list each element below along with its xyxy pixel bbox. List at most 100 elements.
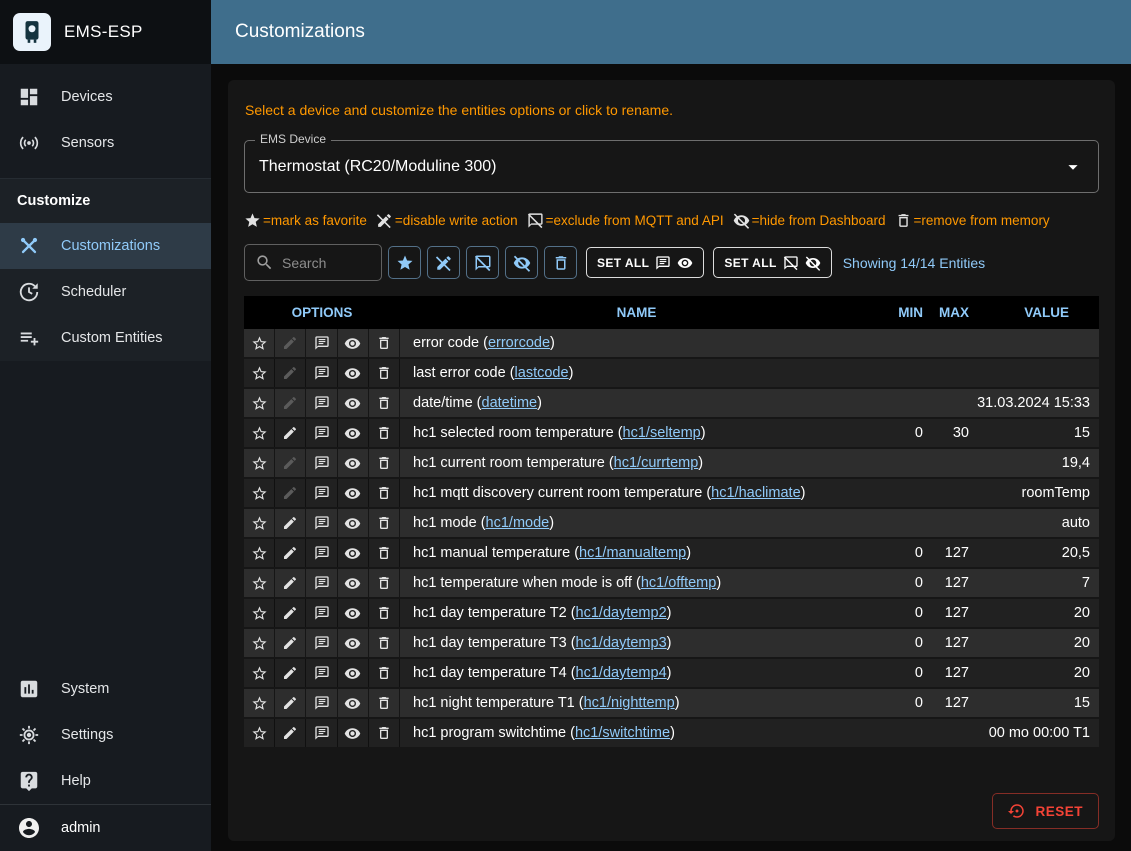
filter-delete-button[interactable]: [544, 246, 577, 279]
visibility-toggle[interactable]: [338, 659, 369, 687]
entity-name-cell[interactable]: hc1 temperature when mode is off (hc1/of…: [400, 569, 873, 597]
favorite-toggle[interactable]: [244, 539, 275, 567]
favorite-toggle[interactable]: [244, 629, 275, 657]
delete-toggle[interactable]: [369, 449, 400, 477]
favorite-toggle[interactable]: [244, 419, 275, 447]
edit-toggle[interactable]: [275, 659, 306, 687]
edit-toggle[interactable]: [275, 629, 306, 657]
edit-toggle[interactable]: [275, 419, 306, 447]
set-all-show-button[interactable]: SET ALL: [586, 247, 704, 278]
entity-name-cell[interactable]: hc1 day temperature T4 (hc1/daytemp4): [400, 659, 873, 687]
entity-name-cell[interactable]: hc1 current room temperature (hc1/currte…: [400, 449, 873, 477]
entity-shortname-link[interactable]: hc1/offtemp: [641, 575, 717, 591]
entity-name-cell[interactable]: date/time (datetime): [400, 389, 873, 417]
entity-name-cell[interactable]: error code (errorcode): [400, 329, 873, 357]
sidebar-item-sensors[interactable]: Sensors: [0, 120, 211, 166]
entity-name-cell[interactable]: hc1 day temperature T2 (hc1/daytemp2): [400, 599, 873, 627]
mqtt-exclude-toggle[interactable]: [306, 329, 337, 357]
entity-shortname-link[interactable]: hc1/haclimate: [711, 485, 800, 501]
entity-shortname-link[interactable]: hc1/mode: [486, 515, 550, 531]
search-input[interactable]: [282, 255, 371, 271]
entity-shortname-link[interactable]: hc1/daytemp4: [576, 665, 667, 681]
sidebar-item-scheduler[interactable]: Scheduler: [0, 269, 211, 315]
filter-favorite-button[interactable]: [388, 246, 421, 279]
entity-shortname-link[interactable]: errorcode: [488, 335, 550, 351]
delete-toggle[interactable]: [369, 359, 400, 387]
delete-toggle[interactable]: [369, 689, 400, 717]
edit-toggle[interactable]: [275, 509, 306, 537]
entity-name-cell[interactable]: hc1 day temperature T3 (hc1/daytemp3): [400, 629, 873, 657]
edit-toggle[interactable]: [275, 599, 306, 627]
sidebar-item-customizations[interactable]: Customizations: [0, 223, 211, 269]
entity-name-cell[interactable]: hc1 selected room temperature (hc1/selte…: [400, 419, 873, 447]
edit-toggle[interactable]: [275, 539, 306, 567]
mqtt-exclude-toggle[interactable]: [306, 689, 337, 717]
entity-shortname-link[interactable]: hc1/seltemp: [623, 425, 701, 441]
favorite-toggle[interactable]: [244, 599, 275, 627]
edit-toggle[interactable]: [275, 389, 306, 417]
filter-visibility-button[interactable]: [505, 246, 538, 279]
favorite-toggle[interactable]: [244, 659, 275, 687]
delete-toggle[interactable]: [369, 629, 400, 657]
entity-name-cell[interactable]: hc1 mode (hc1/mode): [400, 509, 873, 537]
entity-shortname-link[interactable]: datetime: [482, 395, 538, 411]
delete-toggle[interactable]: [369, 569, 400, 597]
entity-shortname-link[interactable]: hc1/manualtemp: [579, 545, 686, 561]
favorite-toggle[interactable]: [244, 329, 275, 357]
favorite-toggle[interactable]: [244, 689, 275, 717]
favorite-toggle[interactable]: [244, 389, 275, 417]
user-menu[interactable]: admin: [0, 804, 211, 851]
filter-mqtt-button[interactable]: [466, 246, 499, 279]
entity-shortname-link[interactable]: hc1/nighttemp: [584, 695, 675, 711]
mqtt-exclude-toggle[interactable]: [306, 539, 337, 567]
entity-shortname-link[interactable]: hc1/switchtime: [575, 725, 670, 741]
favorite-toggle[interactable]: [244, 509, 275, 537]
edit-toggle[interactable]: [275, 719, 306, 747]
favorite-toggle[interactable]: [244, 359, 275, 387]
delete-toggle[interactable]: [369, 539, 400, 567]
filter-write-button[interactable]: [427, 246, 460, 279]
set-all-hide-button[interactable]: SET ALL: [713, 247, 831, 278]
sidebar-item-custom-entities[interactable]: Custom Entities: [0, 315, 211, 361]
mqtt-exclude-toggle[interactable]: [306, 479, 337, 507]
mqtt-exclude-toggle[interactable]: [306, 509, 337, 537]
mqtt-exclude-toggle[interactable]: [306, 359, 337, 387]
delete-toggle[interactable]: [369, 599, 400, 627]
favorite-toggle[interactable]: [244, 479, 275, 507]
mqtt-exclude-toggle[interactable]: [306, 659, 337, 687]
visibility-toggle[interactable]: [338, 359, 369, 387]
entity-shortname-link[interactable]: hc1/currtemp: [614, 455, 699, 471]
favorite-toggle[interactable]: [244, 719, 275, 747]
mqtt-exclude-toggle[interactable]: [306, 449, 337, 477]
entity-name-cell[interactable]: hc1 program switchtime (hc1/switchtime): [400, 719, 873, 747]
delete-toggle[interactable]: [369, 479, 400, 507]
sidebar-item-settings[interactable]: Settings: [0, 712, 211, 758]
entity-name-cell[interactable]: hc1 night temperature T1 (hc1/nighttemp): [400, 689, 873, 717]
reset-button[interactable]: RESET: [992, 793, 1099, 829]
delete-toggle[interactable]: [369, 659, 400, 687]
visibility-toggle[interactable]: [338, 449, 369, 477]
sidebar-item-help[interactable]: Help: [0, 758, 211, 804]
mqtt-exclude-toggle[interactable]: [306, 569, 337, 597]
delete-toggle[interactable]: [369, 509, 400, 537]
visibility-toggle[interactable]: [338, 479, 369, 507]
edit-toggle[interactable]: [275, 689, 306, 717]
entity-name-cell[interactable]: last error code (lastcode): [400, 359, 873, 387]
sidebar-item-system[interactable]: System: [0, 666, 211, 712]
visibility-toggle[interactable]: [338, 539, 369, 567]
favorite-toggle[interactable]: [244, 569, 275, 597]
mqtt-exclude-toggle[interactable]: [306, 419, 337, 447]
entity-shortname-link[interactable]: hc1/daytemp3: [576, 635, 667, 651]
edit-toggle[interactable]: [275, 359, 306, 387]
visibility-toggle[interactable]: [338, 569, 369, 597]
visibility-toggle[interactable]: [338, 629, 369, 657]
visibility-toggle[interactable]: [338, 389, 369, 417]
delete-toggle[interactable]: [369, 719, 400, 747]
mqtt-exclude-toggle[interactable]: [306, 719, 337, 747]
mqtt-exclude-toggle[interactable]: [306, 599, 337, 627]
entity-shortname-link[interactable]: hc1/daytemp2: [576, 605, 667, 621]
delete-toggle[interactable]: [369, 389, 400, 417]
visibility-toggle[interactable]: [338, 719, 369, 747]
visibility-toggle[interactable]: [338, 329, 369, 357]
mqtt-exclude-toggle[interactable]: [306, 389, 337, 417]
